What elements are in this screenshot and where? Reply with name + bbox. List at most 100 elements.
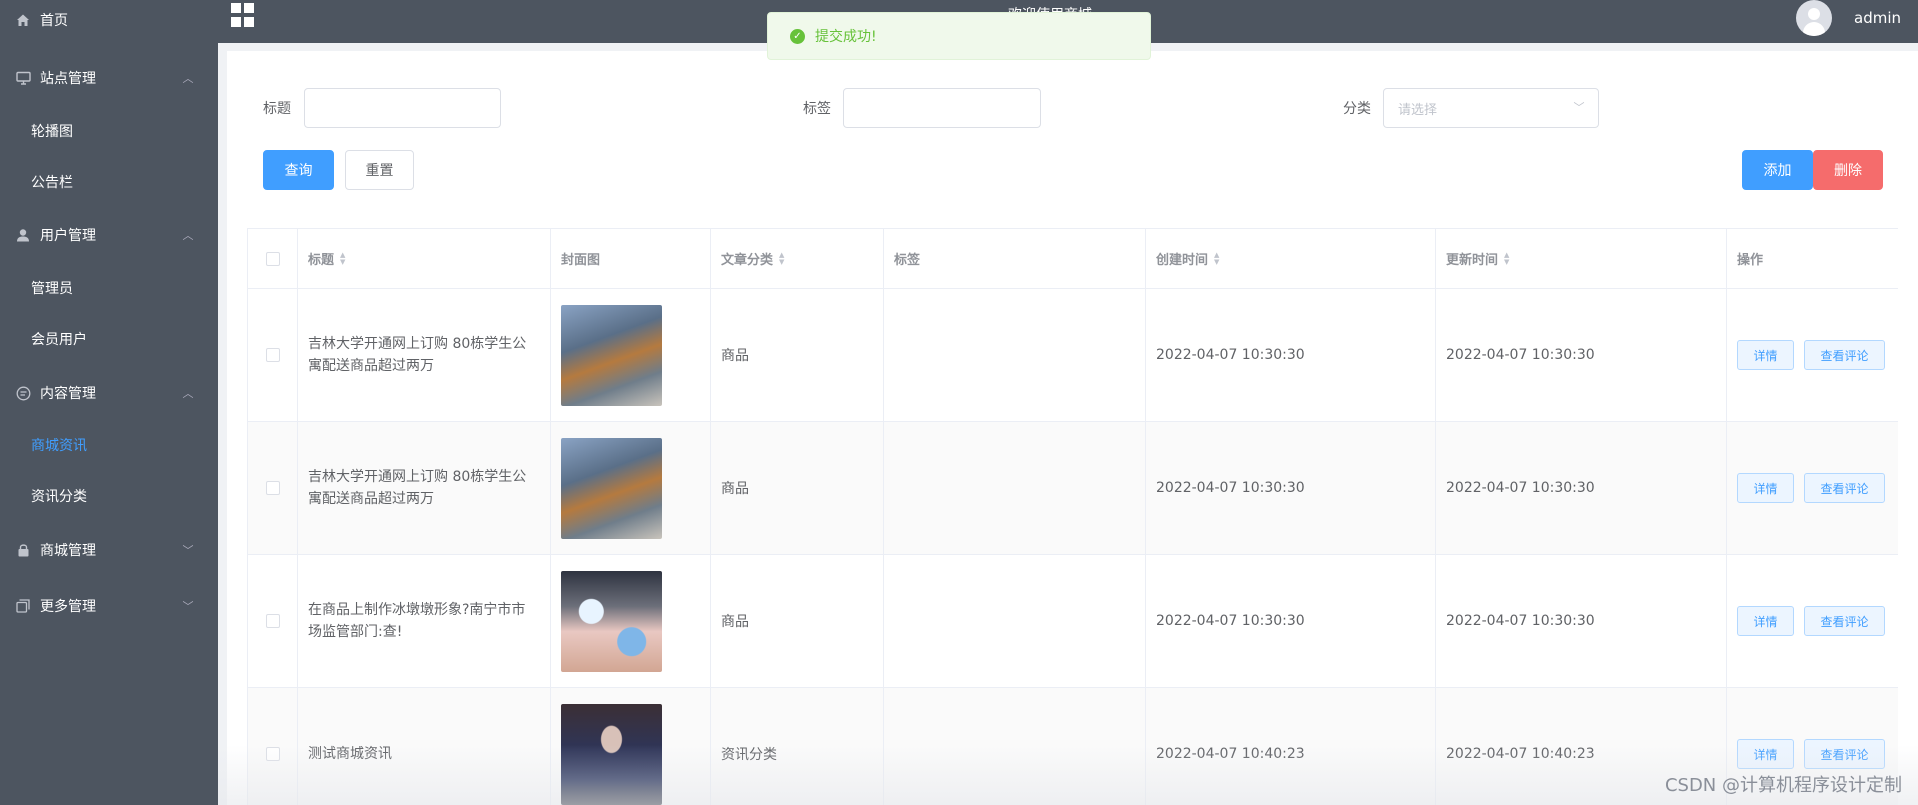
avatar[interactable] xyxy=(1796,0,1832,36)
column-title[interactable]: 标题 ▲ ▼ xyxy=(298,229,551,288)
column-category[interactable]: 文章分类 ▲ ▼ xyxy=(711,229,884,288)
cover-image xyxy=(561,304,662,406)
cover-image xyxy=(561,703,662,805)
select-all-checkbox[interactable] xyxy=(265,251,280,266)
table-row: 测试商城资讯 资讯分类 2022-04-07 10:40:23 2022-04-… xyxy=(248,688,1898,805)
toast-message: 提交成功! xyxy=(815,29,877,45)
view-comments-button[interactable]: 查看评论 xyxy=(1804,473,1885,503)
sidebar-item-label: 管理员 xyxy=(31,281,73,297)
user-icon xyxy=(15,227,31,243)
tag-filter-label: 标签 xyxy=(803,101,831,117)
sort-icon[interactable]: ▲ ▼ xyxy=(1504,251,1509,266)
row-checkbox[interactable] xyxy=(265,348,280,362)
column-cover: 封面图 xyxy=(551,229,711,288)
row-updated: 2022-04-07 10:30:30 xyxy=(1446,613,1595,629)
sidebar-item-label: 用户管理 xyxy=(40,228,96,244)
row-category: 资讯分类 xyxy=(721,747,777,763)
sort-icon[interactable]: ▲ ▼ xyxy=(1214,251,1219,266)
detail-button[interactable]: 详情 xyxy=(1737,606,1794,636)
user-name[interactable]: admin xyxy=(1854,9,1901,27)
detail-button[interactable]: 详情 xyxy=(1737,739,1794,769)
row-updated: 2022-04-07 10:30:30 xyxy=(1446,480,1595,496)
sidebar: 首页 站点管理 ︿ 轮播图 公告栏 用户管理 ︿ 管理员 会员用户 内容管理 ︿… xyxy=(0,0,218,805)
row-created: 2022-04-07 10:30:30 xyxy=(1156,480,1305,496)
view-comments-button[interactable]: 查看评论 xyxy=(1804,739,1885,769)
sidebar-item-label: 会员用户 xyxy=(31,332,87,348)
category-filter-select[interactable]: 请选择 ﹀ xyxy=(1383,88,1599,128)
row-checkbox[interactable] xyxy=(265,481,280,495)
monitor-icon xyxy=(15,70,31,86)
news-table: 标题 ▲ ▼ 封面图 文章分类 ▲ ▼ 标签 创建时间 ▲ ▼ 更新时间 ▲ ▼ 操作 吉林大学… xyxy=(247,228,1898,805)
sidebar-item-label: 公告栏 xyxy=(31,175,73,191)
row-title: 吉林大学开通网上订购 80栋学生公寓配送商品超过两万 xyxy=(308,336,527,374)
table-row: 吉林大学开通网上订购 80栋学生公寓配送商品超过两万 商品 2022-04-07… xyxy=(248,422,1898,555)
menu-toggle-grid-icon[interactable] xyxy=(231,3,255,27)
sidebar-item-label: 轮播图 xyxy=(31,124,73,140)
sidebar-item-site-management[interactable]: 站点管理 ︿ xyxy=(0,58,218,98)
table-header: 标题 ▲ ▼ 封面图 文章分类 ▲ ▼ 标签 创建时间 ▲ ▼ 更新时间 ▲ ▼ 操作 xyxy=(248,229,1898,289)
view-comments-button[interactable]: 查看评论 xyxy=(1804,606,1885,636)
category-filter-label: 分类 xyxy=(1343,101,1371,117)
chevron-down-icon: ﹀ xyxy=(182,600,194,613)
table-row: 在商品上制作冰墩墩形象?南宁市市场监管部门:查! 商品 2022-04-07 1… xyxy=(248,555,1898,688)
row-updated: 2022-04-07 10:40:23 xyxy=(1446,746,1595,762)
watermark: CSDN @计算机程序设计定制 xyxy=(1664,775,1902,796)
row-updated: 2022-04-07 10:30:30 xyxy=(1446,347,1595,363)
sidebar-item-mall-news[interactable]: 商城资讯 xyxy=(0,425,218,465)
row-created: 2022-04-07 10:30:30 xyxy=(1156,613,1305,629)
sidebar-item-label: 商城资讯 xyxy=(31,438,87,454)
home-icon xyxy=(15,12,31,28)
sidebar-item-label: 资讯分类 xyxy=(31,489,87,505)
sidebar-item-news-categories[interactable]: 资讯分类 xyxy=(0,476,218,516)
row-created: 2022-04-07 10:40:23 xyxy=(1156,746,1305,762)
chevron-up-icon: ︿ xyxy=(182,229,194,242)
column-updated[interactable]: 更新时间 ▲ ▼ xyxy=(1436,229,1727,288)
sidebar-item-label: 站点管理 xyxy=(40,71,96,87)
tag-filter-input[interactable] xyxy=(843,88,1041,128)
sidebar-item-members[interactable]: 会员用户 xyxy=(0,319,218,359)
sidebar-item-carousel[interactable]: 轮播图 xyxy=(0,111,218,151)
sidebar-item-administrators[interactable]: 管理员 xyxy=(0,268,218,308)
sidebar-item-more-management[interactable]: 更多管理 ﹀ xyxy=(0,586,218,626)
row-category: 商品 xyxy=(721,348,749,364)
chevron-up-icon: ︿ xyxy=(182,72,194,85)
cover-image xyxy=(561,570,662,672)
detail-button[interactable]: 详情 xyxy=(1737,473,1794,503)
delete-button[interactable]: 删除 xyxy=(1813,150,1883,190)
reset-button[interactable]: 重置 xyxy=(345,150,414,190)
column-actions: 操作 xyxy=(1737,253,1764,268)
query-button[interactable]: 查询 xyxy=(263,150,334,190)
cover-image xyxy=(561,437,662,539)
row-created: 2022-04-07 10:30:30 xyxy=(1156,347,1305,363)
title-filter-input[interactable] xyxy=(304,88,501,128)
sort-icon[interactable]: ▲ ▼ xyxy=(779,251,784,266)
sidebar-item-notice-board[interactable]: 公告栏 xyxy=(0,162,218,202)
row-title: 测试商城资讯 xyxy=(308,746,392,762)
row-checkbox[interactable] xyxy=(265,614,280,628)
sort-icon[interactable]: ▲ ▼ xyxy=(340,251,345,266)
sidebar-item-mall-management[interactable]: 商城管理 ﹀ xyxy=(0,530,218,570)
column-created[interactable]: 创建时间 ▲ ▼ xyxy=(1146,229,1436,288)
title-filter-label: 标题 xyxy=(263,101,291,117)
chevron-down-icon: ﹀ xyxy=(1573,101,1585,114)
sidebar-item-user-management[interactable]: 用户管理 ︿ xyxy=(0,215,218,255)
copy-icon xyxy=(15,598,31,614)
sidebar-item-home[interactable]: 首页 xyxy=(0,0,218,40)
table-row: 吉林大学开通网上订购 80栋学生公寓配送商品超过两万 商品 2022-04-07… xyxy=(248,289,1898,422)
success-toast: ✓ 提交成功! xyxy=(767,12,1151,60)
view-comments-button[interactable]: 查看评论 xyxy=(1804,340,1885,370)
chevron-down-icon: ﹀ xyxy=(182,544,194,557)
chevron-up-icon: ︿ xyxy=(182,387,194,400)
row-category: 商品 xyxy=(721,481,749,497)
check-circle-icon: ✓ xyxy=(790,28,805,44)
category-select-placeholder: 请选择 xyxy=(1398,102,1438,118)
column-tag: 标签 xyxy=(884,229,1146,288)
sidebar-item-content-management[interactable]: 内容管理 ︿ xyxy=(0,373,218,413)
sidebar-item-label: 内容管理 xyxy=(40,386,96,402)
add-button[interactable]: 添加 xyxy=(1742,150,1813,190)
sidebar-item-label: 商城管理 xyxy=(40,543,96,559)
sidebar-item-label: 首页 xyxy=(40,13,68,29)
row-title: 吉林大学开通网上订购 80栋学生公寓配送商品超过两万 xyxy=(308,469,527,507)
detail-button[interactable]: 详情 xyxy=(1737,340,1794,370)
row-checkbox[interactable] xyxy=(265,747,280,761)
